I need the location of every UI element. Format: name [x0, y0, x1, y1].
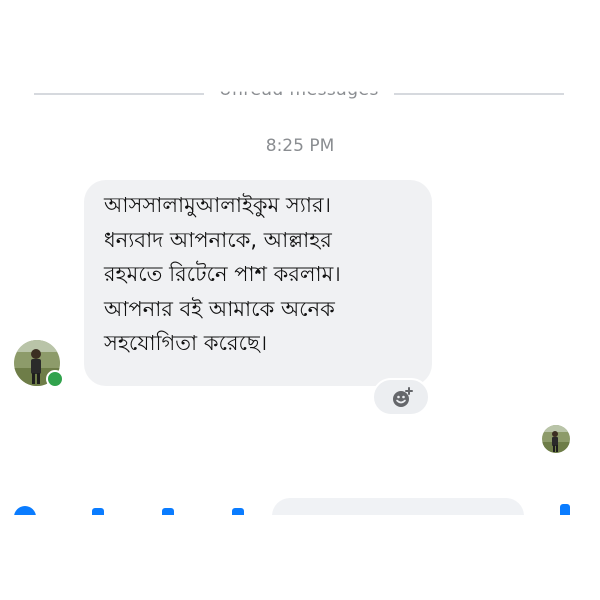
composer-bar: [0, 496, 600, 515]
unread-divider: Unread messages: [34, 78, 564, 108]
message-input[interactable]: [272, 498, 524, 515]
message-bubble[interactable]: আসসালামুআলাইকুম স্যার। ধন্যবাদ আপনাকে, আ…: [84, 180, 432, 386]
message-timestamp: 8:25 PM: [265, 136, 335, 156]
message-line: রহমতে রিটেনে পাশ করলাম।: [104, 262, 341, 286]
like-icon[interactable]: [560, 504, 570, 515]
camera-icon[interactable]: [92, 508, 104, 515]
message-line: ধন্যবাদ আপনাকে, আল্লাহর: [104, 227, 332, 252]
message-line: আপনার বই আমাকে অনেক: [104, 296, 335, 321]
unread-divider-label: Unread messages: [219, 80, 379, 100]
gif-icon[interactable]: [232, 508, 244, 515]
message-line: আসসালামুআলাইকুম স্যার।: [104, 193, 332, 217]
add-reaction-button[interactable]: [372, 378, 430, 416]
online-status-dot: [46, 370, 64, 388]
seen-avatar: [542, 425, 570, 453]
plus-icon[interactable]: [14, 506, 36, 515]
divider-line-right: [394, 93, 564, 95]
chat-window: Unread messages 8:25 PM আসসালামুআলাইকুম …: [0, 0, 600, 515]
smiley-add-icon: [393, 387, 413, 407]
message-line: সহযোগিতা করেছে।: [104, 331, 268, 355]
gallery-icon[interactable]: [162, 508, 174, 515]
